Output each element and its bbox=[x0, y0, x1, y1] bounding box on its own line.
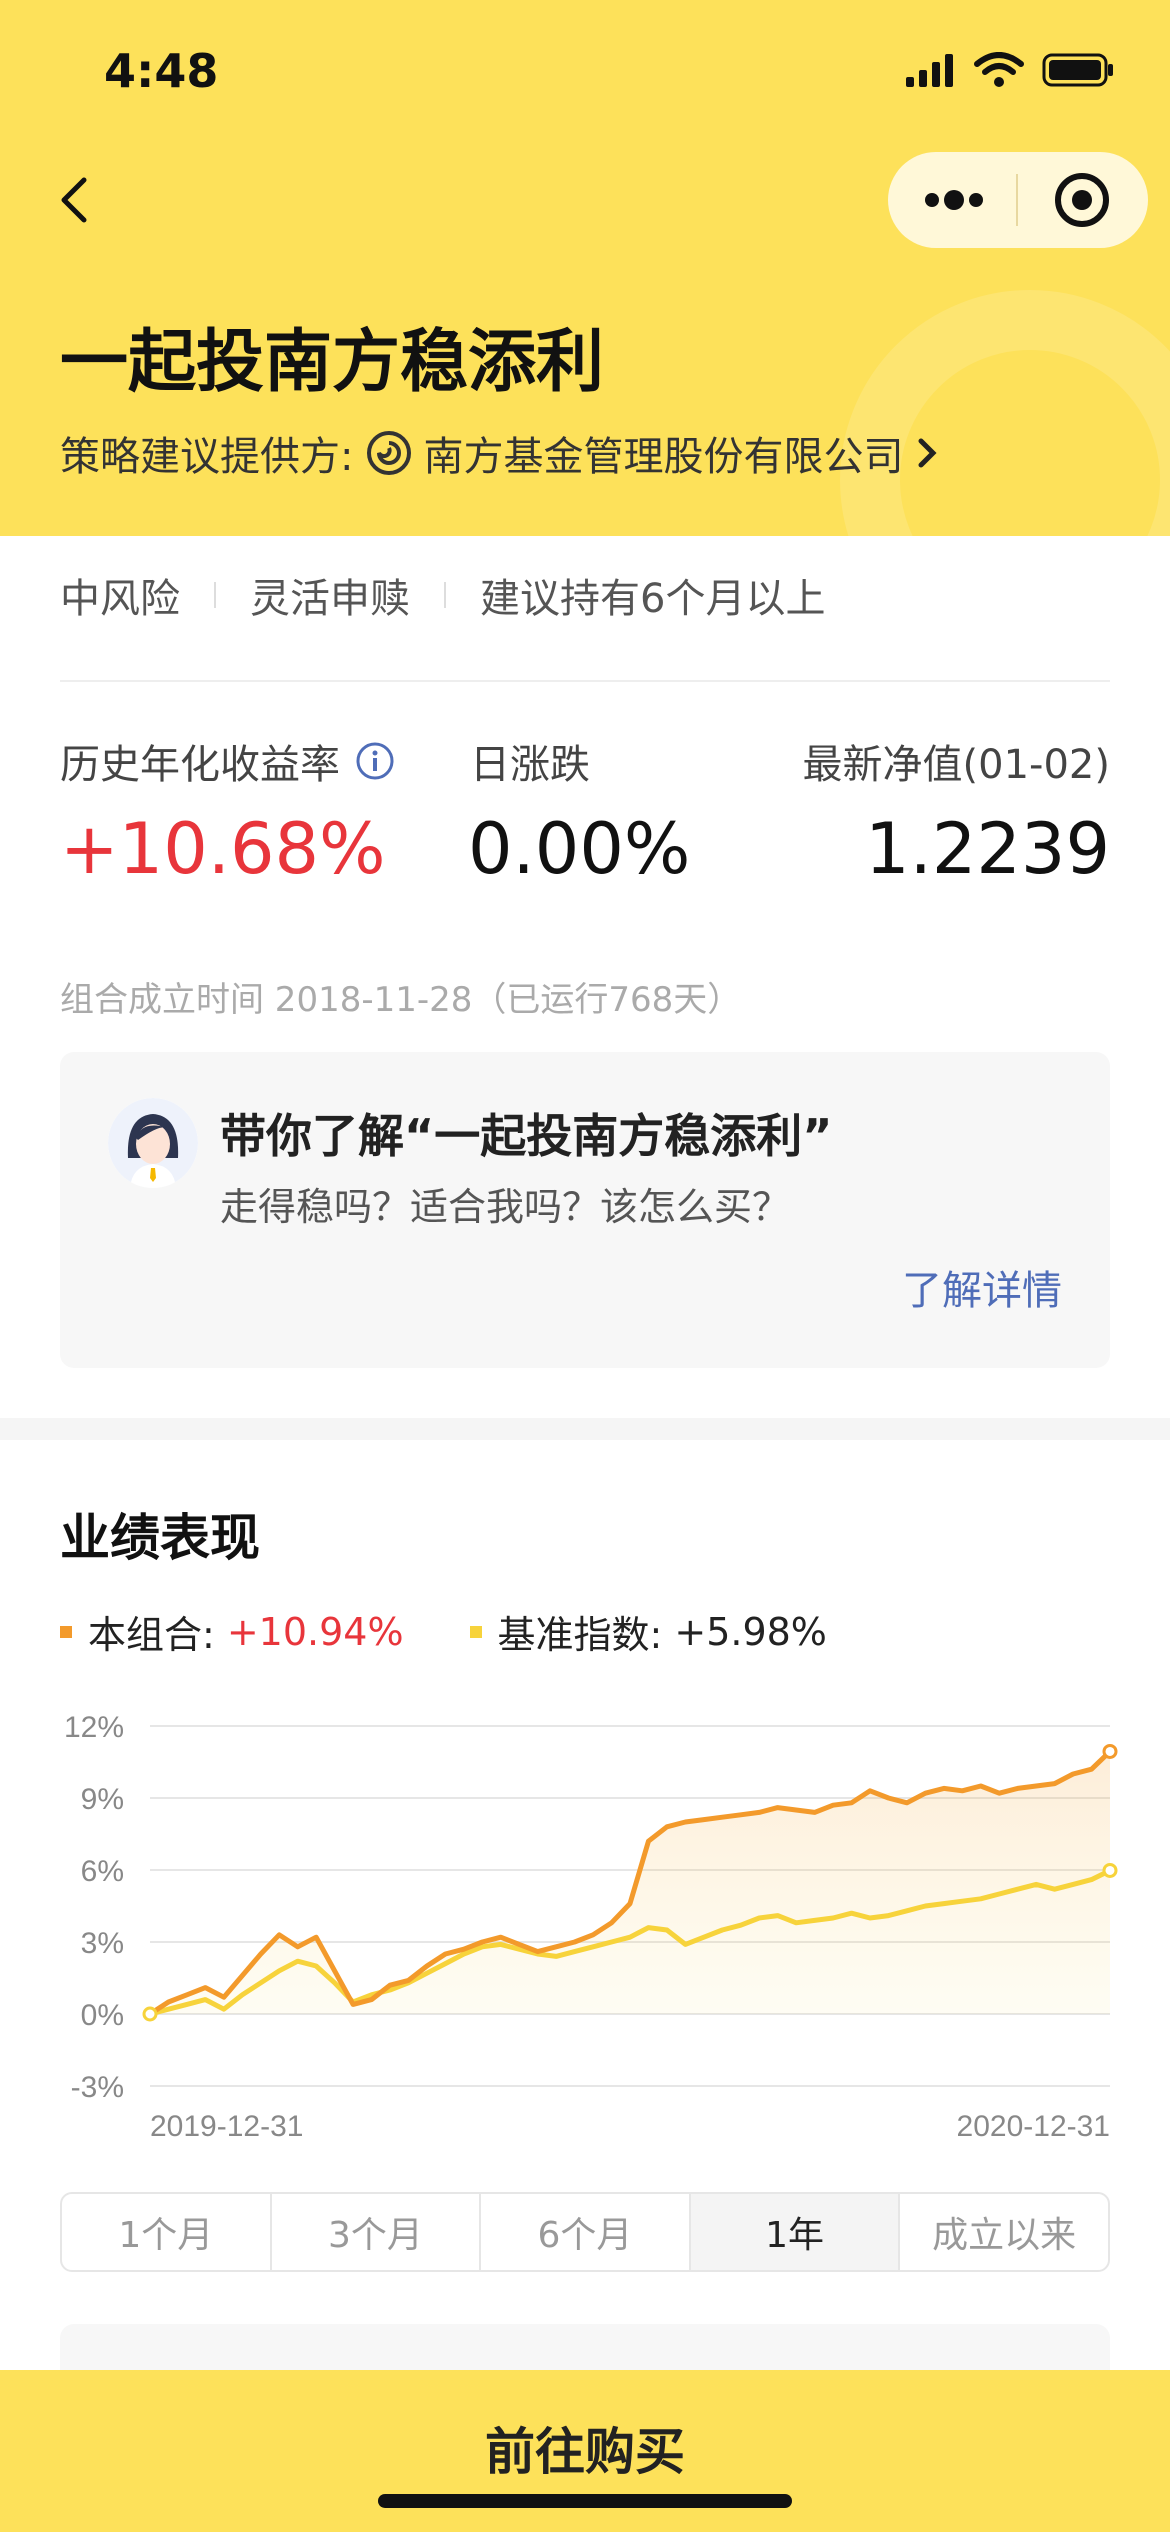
range-tab-since-inception[interactable]: 成立以来 bbox=[900, 2194, 1108, 2270]
chart-legend: 本组合: +10.94% 基准指数: +5.98% bbox=[60, 1604, 827, 1659]
status-time: 4:48 bbox=[104, 44, 219, 98]
more-icon[interactable] bbox=[888, 152, 1016, 248]
buy-bar[interactable]: 前往购买 bbox=[0, 2370, 1170, 2532]
legend-swatch-benchmark bbox=[469, 1625, 482, 1638]
legend-benchmark-name: 基准指数: bbox=[497, 1613, 663, 1657]
tag-risk: 中风险 bbox=[60, 576, 180, 622]
mini-program-capsule bbox=[888, 152, 1148, 248]
provider-logo-icon bbox=[367, 431, 412, 475]
intro-card-title: 带你了解“一起投南方稳添利” bbox=[220, 1109, 833, 1163]
risk-tags: 中风险 灵活申赎 建议持有6个月以上 bbox=[60, 566, 825, 624]
daily-change-value: 0.00% bbox=[468, 808, 691, 890]
signal-icon bbox=[906, 54, 953, 87]
y-tick-label: 0% bbox=[81, 1999, 124, 2032]
start-point bbox=[142, 2006, 158, 2022]
wifi-icon bbox=[974, 52, 1024, 87]
tag-redemption: 灵活申赎 bbox=[250, 576, 410, 622]
provider-label: 策略建议提供方: bbox=[60, 434, 354, 480]
nav-value: 1.2239 bbox=[865, 808, 1110, 890]
header: 4:48 一起投南方稳添利 策略建议提供方: 南方基金管理股份有限公司 bbox=[0, 0, 1170, 536]
advisor-avatar-icon bbox=[108, 1098, 198, 1188]
range-tab-6m[interactable]: 6个月 bbox=[481, 2194, 691, 2270]
provider-name: 南方基金管理股份有限公司 bbox=[423, 434, 904, 480]
range-selector: 1个月 3个月 6个月 1年 成立以来 bbox=[60, 2192, 1110, 2272]
intro-card-subtitle: 走得稳吗？适合我吗？该怎么买？ bbox=[220, 1185, 791, 1229]
intro-card[interactable]: 带你了解“一起投南方稳添利” 走得稳吗？适合我吗？该怎么买？ 了解详情 bbox=[60, 1052, 1110, 1368]
info-icon[interactable] bbox=[354, 740, 396, 782]
tag-holding: 建议持有6个月以上 bbox=[480, 576, 826, 622]
page-title: 一起投南方稳添利 bbox=[60, 323, 605, 402]
end-point-benchmark bbox=[1102, 1862, 1118, 1878]
learn-more-link[interactable]: 了解详情 bbox=[902, 1258, 1062, 1316]
legend-swatch-portfolio bbox=[60, 1625, 72, 1638]
battery-icon bbox=[1042, 53, 1113, 87]
nav-label: 最新净值(01-02) bbox=[802, 742, 1110, 788]
provider-row[interactable]: 策略建议提供方: 南方基金管理股份有限公司 bbox=[60, 424, 943, 482]
tag-separator bbox=[214, 582, 216, 608]
legend-portfolio-value: +10.94% bbox=[226, 1609, 404, 1654]
status-icons bbox=[906, 52, 1114, 88]
annual-return-label: 历史年化收益率 bbox=[60, 742, 340, 788]
chevron-right-icon bbox=[918, 438, 938, 468]
y-tick-label: 6% bbox=[81, 1855, 124, 1888]
performance-title: 业绩表现 bbox=[60, 1509, 260, 1567]
tag-separator bbox=[444, 582, 446, 608]
advisor-avatar bbox=[108, 1098, 198, 1188]
y-tick-label: 9% bbox=[81, 1783, 124, 1816]
y-tick-label: 12% bbox=[64, 1711, 124, 1744]
y-tick-label: -3% bbox=[71, 2071, 124, 2104]
legend-benchmark-value: +5.98% bbox=[674, 1609, 827, 1654]
buy-button[interactable]: 前往购买 bbox=[0, 2412, 1170, 2484]
daily-change-label: 日涨跌 bbox=[470, 742, 590, 788]
background-decoration bbox=[840, 290, 1170, 536]
range-tab-3m[interactable]: 3个月 bbox=[272, 2194, 482, 2270]
section-divider-band bbox=[0, 1418, 1170, 1440]
x-start-label: 2019-12-31 bbox=[150, 2110, 303, 2143]
close-target-icon[interactable] bbox=[1018, 152, 1146, 248]
home-indicator bbox=[378, 2494, 792, 2508]
back-arrow-icon[interactable] bbox=[48, 172, 104, 228]
annual-return-label-row: 历史年化收益率 bbox=[60, 732, 396, 790]
performance-chart: 12% 9% 6% 3% 0% -3% 2019-12-31 2020-12-31 bbox=[64, 1711, 1118, 2143]
divider bbox=[60, 680, 1110, 682]
annual-return-value: +10.68% bbox=[60, 808, 386, 890]
y-tick-label: 3% bbox=[81, 1927, 124, 1960]
legend-portfolio-name: 本组合: bbox=[88, 1613, 215, 1657]
x-end-label: 2020-12-31 bbox=[957, 2110, 1110, 2143]
end-point-portfolio bbox=[1102, 1743, 1118, 1759]
range-tab-1y[interactable]: 1年 bbox=[690, 2194, 901, 2270]
founded-date: 组合成立时间 2018-11-28（已运行768天） bbox=[60, 980, 742, 1020]
range-tab-1m[interactable]: 1个月 bbox=[62, 2194, 272, 2270]
